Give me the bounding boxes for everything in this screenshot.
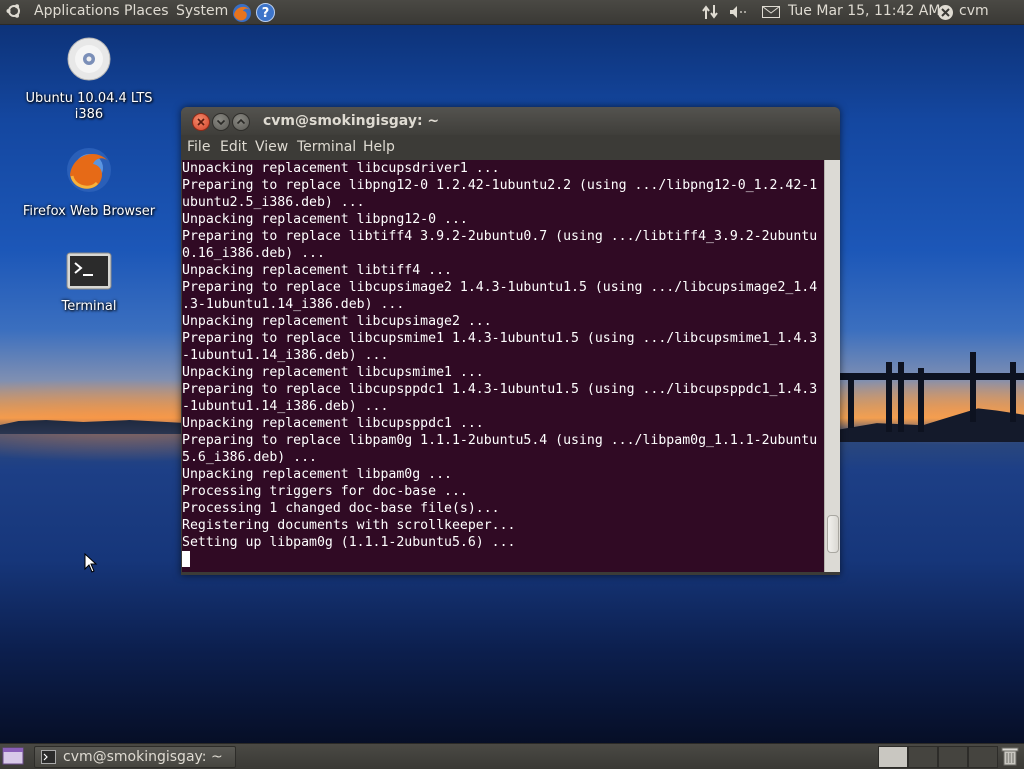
terminal-line: Preparing to replace libtiff4 3.9.2-2ubu… <box>182 229 818 244</box>
terminal-line: Preparing to replace libcupsmime1 1.4.3-… <box>182 331 818 346</box>
show-desktop-icon[interactable] <box>2 747 24 765</box>
terminal-line: Preparing to replace libcupsppdc1 1.4.3-… <box>182 382 818 397</box>
terminal-line: Unpacking replacement libtiff4 ... <box>182 263 452 278</box>
terminal-menubar: File Edit View Terminal Help <box>181 135 840 159</box>
desktop-icon-label: Ubuntu 10.04.4 LTS <box>25 91 153 106</box>
top-panel: Applications Places System ? Tue Mar 15,… <box>0 0 1024 25</box>
menu-edit[interactable]: Edit <box>220 139 247 155</box>
chevron-down-icon <box>216 119 226 126</box>
terminal-line: Registering documents with scrollkeeper.… <box>182 518 516 533</box>
terminal-line: Processing 1 changed doc-base file(s)... <box>182 501 500 516</box>
desktop-icon-ubuntu-cd[interactable]: Ubuntu 10.04.4 LTS i386 <box>14 36 164 123</box>
menu-system[interactable]: System <box>176 3 228 19</box>
terminal-line: Setting up libpam0g (1.1.1-2ubuntu5.6) .… <box>182 535 516 550</box>
desktop-icon-label: Firefox Web Browser <box>22 204 156 219</box>
terminal-line: .3-1ubuntu1.14_i386.deb) ... <box>182 297 405 312</box>
volume-icon[interactable] <box>729 5 749 19</box>
terminal-line: 5.6_i386.deb) ... <box>182 450 317 465</box>
mail-icon[interactable] <box>762 6 780 18</box>
terminal-line: Unpacking replacement libpam0g ... <box>182 467 452 482</box>
text-cursor <box>182 551 190 567</box>
terminal-line: Preparing to replace libpng12-0 1.2.42-1… <box>182 178 818 193</box>
taskbar-item-label: cvm@smokingisgay: ~ <box>63 749 223 765</box>
terminal-line: -1ubuntu1.14_i386.deb) ... <box>182 348 389 363</box>
network-icon[interactable] <box>701 4 719 20</box>
menu-places[interactable]: Places <box>124 3 169 19</box>
menu-terminal[interactable]: Terminal <box>297 139 356 155</box>
terminal-prompt-line[interactable] <box>182 551 824 568</box>
wallpaper-pier-post <box>898 362 904 432</box>
terminal-line: Unpacking replacement libcupsppdc1 ... <box>182 416 484 431</box>
minimize-button[interactable] <box>212 113 230 131</box>
cd-disc-icon <box>67 37 111 81</box>
workspace-4[interactable] <box>968 746 998 768</box>
maximize-button[interactable] <box>232 113 250 131</box>
menu-file[interactable]: File <box>187 139 210 155</box>
menu-view[interactable]: View <box>255 139 288 155</box>
firefox-icon <box>67 148 111 192</box>
terminal-line: Unpacking replacement libcupsdriver1 ... <box>182 161 500 176</box>
terminal-line: Preparing to replace libpam0g 1.1.1-2ubu… <box>182 433 818 448</box>
firefox-icon[interactable] <box>231 2 253 24</box>
chevron-up-icon <box>236 118 246 125</box>
taskbar-item-terminal[interactable]: cvm@smokingisgay: ~ <box>34 746 236 768</box>
svg-text:?: ? <box>262 6 270 21</box>
clock[interactable]: Tue Mar 15, 11:42 AM <box>788 3 940 19</box>
menu-help[interactable]: Help <box>363 139 395 155</box>
wallpaper-pier-post <box>970 352 976 422</box>
session-icon[interactable] <box>937 4 954 21</box>
close-button[interactable] <box>192 113 210 131</box>
terminal-line: ubuntu2.5_i386.deb) ... <box>182 195 365 210</box>
user-menu[interactable]: cvm <box>959 3 989 19</box>
help-icon[interactable]: ? <box>255 2 276 23</box>
desktop-icon-label: Terminal <box>61 299 117 314</box>
workspace-2[interactable] <box>908 746 938 768</box>
window-title: cvm@smokingisgay: ~ <box>263 113 440 129</box>
mouse-pointer-icon <box>84 553 98 573</box>
close-icon <box>197 118 205 126</box>
terminal-icon <box>66 252 112 290</box>
terminal-output[interactable]: Unpacking replacement libcupsdriver1 ...… <box>182 160 824 572</box>
desktop-icon-firefox[interactable]: Firefox Web Browser <box>14 145 164 220</box>
terminal-window: cvm@smokingisgay: ~ File Edit View Termi… <box>181 107 840 575</box>
menu-applications[interactable]: Applications <box>34 3 120 19</box>
wallpaper-pier <box>840 373 1024 380</box>
window-titlebar[interactable]: cvm@smokingisgay: ~ <box>181 107 840 135</box>
terminal-line: 0.16_i386.deb) ... <box>182 246 325 261</box>
bottom-panel: cvm@smokingisgay: ~ <box>0 743 1024 769</box>
wallpaper-pier-post <box>886 362 892 432</box>
wallpaper-pier-post <box>848 378 854 428</box>
trash-icon[interactable] <box>1001 746 1019 766</box>
desktop-icon-label: i386 <box>74 107 104 122</box>
terminal-line: Unpacking replacement libcupsimage2 ... <box>182 314 492 329</box>
wallpaper-pier-post <box>918 368 924 432</box>
desktop-icon-terminal[interactable]: Terminal <box>14 252 164 315</box>
scrollbar-thumb[interactable] <box>827 515 839 553</box>
ubuntu-logo-icon[interactable] <box>6 3 22 19</box>
terminal-line: Preparing to replace libcupsimage2 1.4.3… <box>182 280 818 295</box>
wallpaper-pier-post <box>1010 362 1016 422</box>
terminal-line: Processing triggers for doc-base ... <box>182 484 468 499</box>
terminal-line: -1ubuntu1.14_i386.deb) ... <box>182 399 389 414</box>
terminal-line: Unpacking replacement libpng12-0 ... <box>182 212 468 227</box>
workspace-1[interactable] <box>878 746 908 768</box>
workspace-3[interactable] <box>938 746 968 768</box>
terminal-icon <box>41 750 56 764</box>
terminal-scrollbar[interactable] <box>824 160 840 572</box>
terminal-line: Unpacking replacement libcupsmime1 ... <box>182 365 484 380</box>
